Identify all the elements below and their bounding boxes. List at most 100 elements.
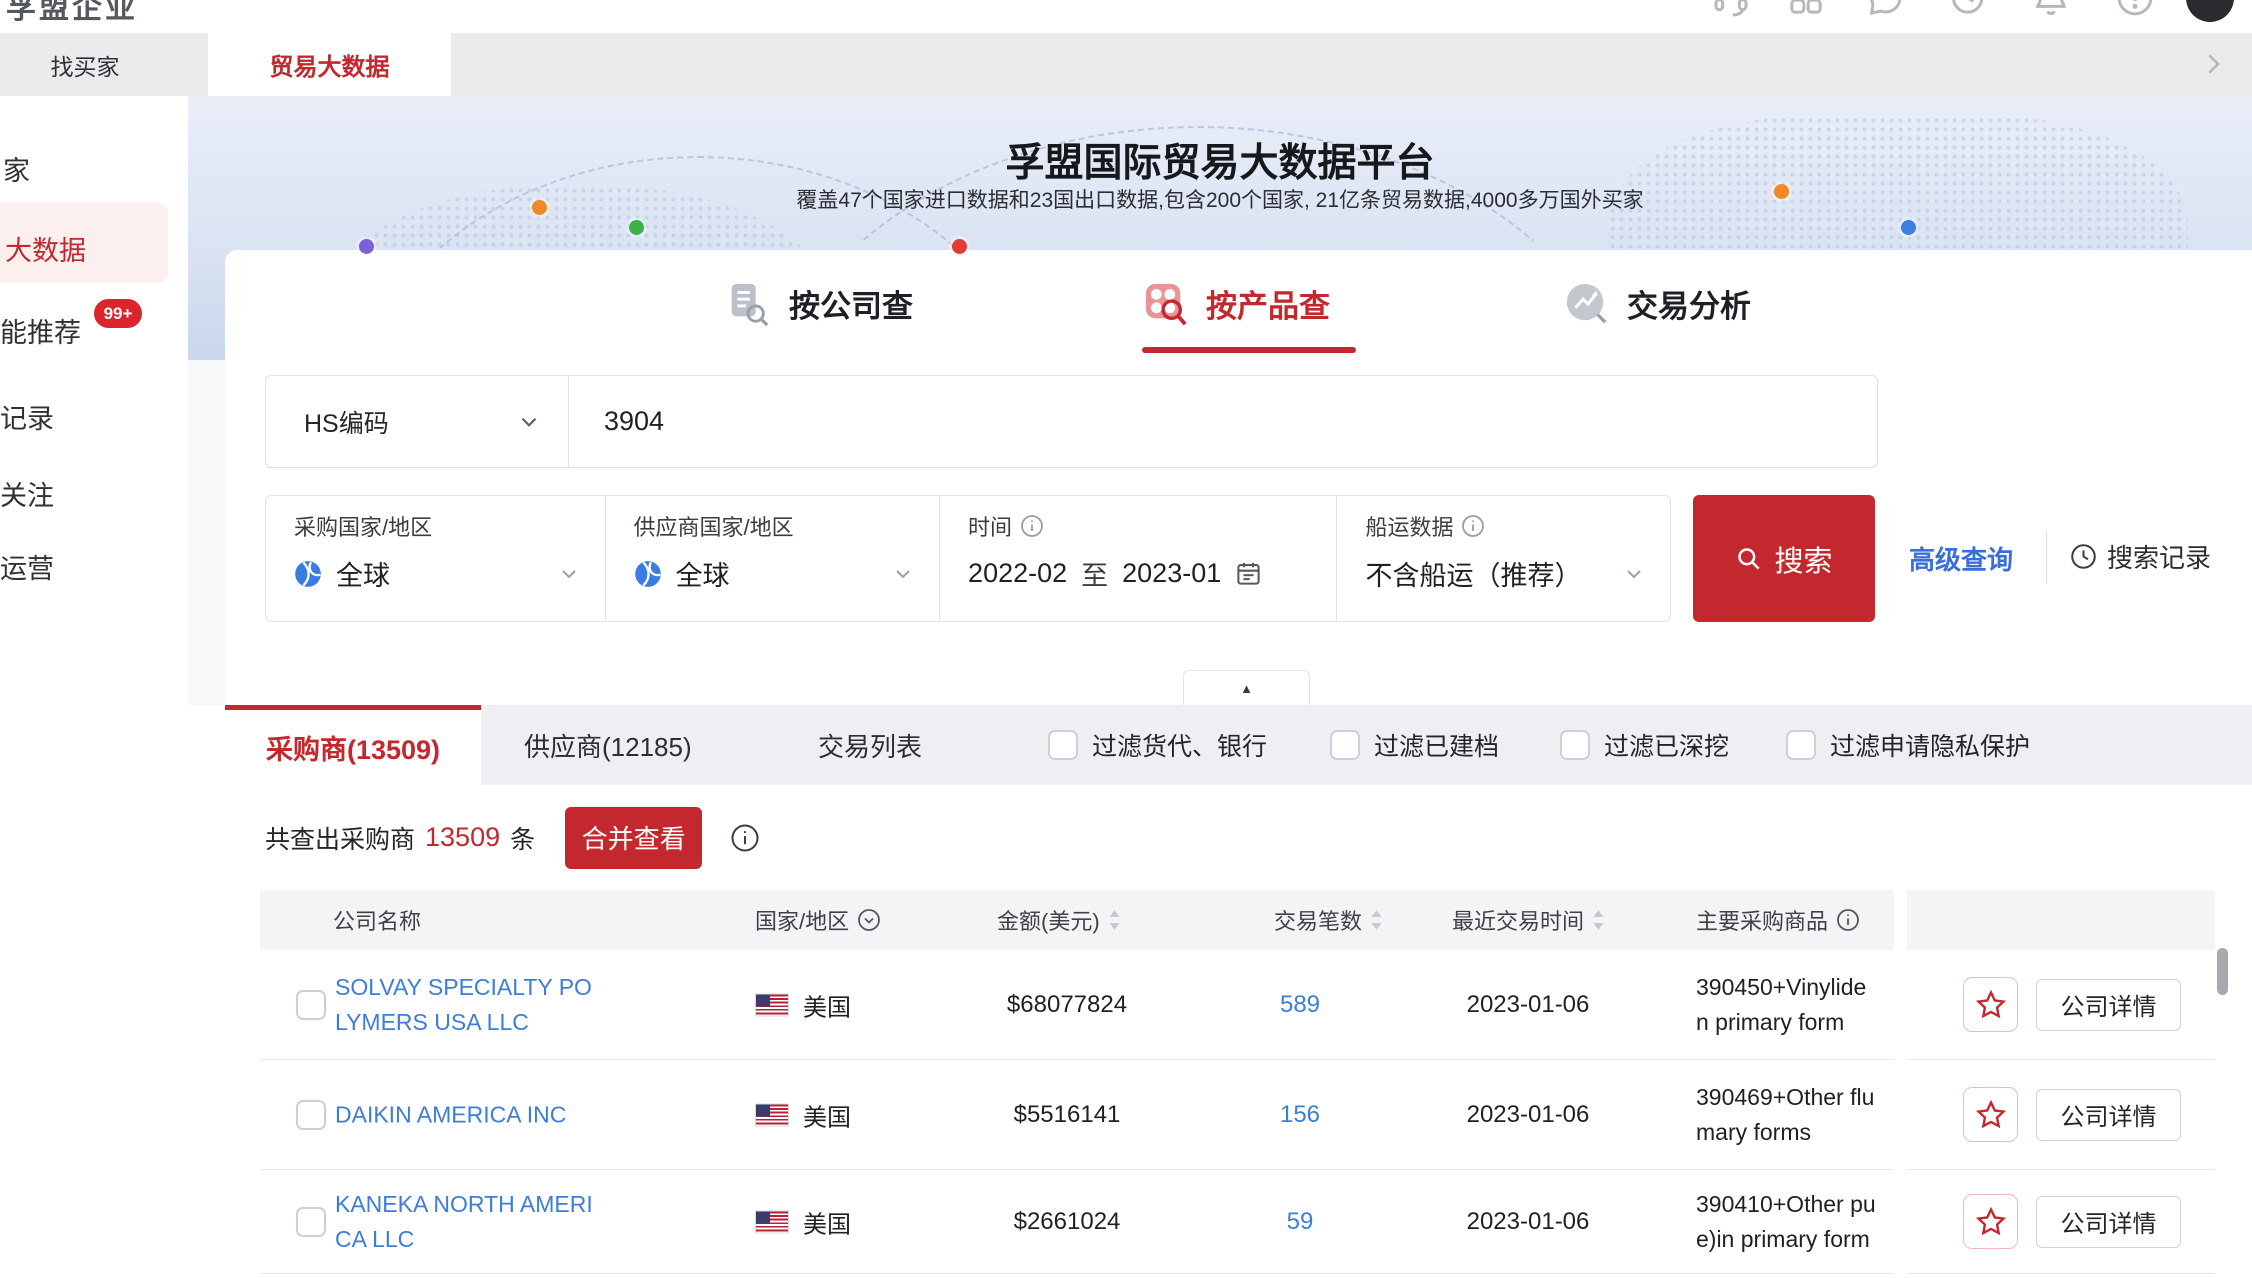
row-actions: 公司详情 [1907,1060,2215,1169]
summary-prefix: 共查出采购商 [265,820,415,856]
checkbox[interactable] [1048,730,1078,760]
checkbox[interactable] [1786,730,1816,760]
chevron-down-icon [891,562,915,586]
sort-icon[interactable] [1592,909,1605,931]
deal-count-link[interactable]: 589 [1200,991,1400,1019]
filter-forwarders-banks[interactable]: 过滤货代、银行 [1048,705,1267,785]
sidebar-item-records[interactable]: 记录 [0,397,54,436]
banner-subtitle: 覆盖47个国家进口数据和23国出口数据,包含200个国家, 21亿条贸易数据,4… [188,184,2252,214]
field-type-select[interactable]: HS编码 [266,376,569,467]
deal-count-link[interactable]: 59 [1200,1208,1400,1236]
sidebar-item-bigdata[interactable]: 大数据 [5,229,86,268]
row-checkbox[interactable] [296,990,326,1020]
us-flag-icon [755,993,789,1016]
analysis-icon [1563,280,1609,326]
product-search-icon [1142,280,1188,326]
sidebar-item-operation[interactable]: 运营 [0,547,54,586]
sidebar-item-follows[interactable]: 关注 [0,474,54,513]
headset-icon[interactable] [1711,0,1751,18]
favorite-button[interactable] [1963,1194,2018,1249]
filter-archived[interactable]: 过滤已建档 [1330,705,1499,785]
summary-unit: 条 [510,820,535,856]
search-history-link[interactable]: 搜索记录 [2070,538,2211,575]
bell-icon[interactable] [2031,0,2071,18]
banner-title: 孚盟国际贸易大数据平台 [188,132,2252,188]
sort-icon[interactable] [1108,909,1121,931]
merge-view-button[interactable]: 合并查看 [565,807,702,869]
star-icon [1974,988,2008,1022]
last-trade-date-cell: 2023-01-06 [1398,1208,1658,1236]
search-query-input[interactable]: 3904 [569,376,1877,467]
tab-buyers[interactable]: 采购商(13509) [225,705,481,785]
notification-badge: 99+ [92,297,144,330]
search-icon [1735,545,1762,572]
table-row: DAIKIN AMERICA INC 美国 $5516141 156 2023-… [260,1060,2215,1170]
row-checkbox[interactable] [296,1100,326,1130]
company-detail-button[interactable]: 公司详情 [2036,1089,2181,1141]
checkbox[interactable] [1560,730,1590,760]
main-products-cell: 390469+Other flu mary forms [1696,1080,1894,1150]
tab-search-by-product[interactable]: 按产品查 [1142,280,1330,326]
tab-transactions[interactable]: 交易列表 [818,705,922,785]
tab-search-by-company[interactable]: 按公司查 [725,280,913,326]
collapse-panel-button[interactable]: ▲ [1183,670,1310,705]
nav-tabstrip: 找买家 贸易大数据 [0,33,2252,96]
map-dot-red [952,239,967,254]
map-dot-blue [1901,220,1916,235]
company-link[interactable]: SOLVAY SPECIALTY PO LYMERS USA LLC [335,970,613,1040]
help-icon[interactable] [2115,0,2155,18]
sort-icon[interactable] [1370,909,1383,931]
company-search-icon [725,280,771,326]
col-deal-count[interactable]: 交易笔数 [1274,890,1383,950]
info-icon[interactable] [730,823,760,853]
app-logo: 孚盟企业 [6,0,138,27]
company-detail-button[interactable]: 公司详情 [2036,979,2181,1031]
results-tabstrip: 采购商(13509) 供应商(12185) 交易列表 过滤货代、银行 过滤已建档… [225,705,2252,785]
filter-deep-mined[interactable]: 过滤已深挖 [1560,705,1729,785]
circle-chevron-down-icon [857,908,881,932]
us-flag-icon [755,1210,789,1233]
nav-tab-trade-bigdata[interactable]: 贸易大数据 [208,33,451,96]
sidebar-item-recommend[interactable]: 能推荐 [0,311,81,350]
chat-icon[interactable] [1865,0,1905,18]
company-link[interactable]: KANEKA NORTH AMERI CA LLC [335,1187,613,1257]
tab-suppliers[interactable]: 供应商(12185) [524,705,692,785]
filter-row: 采购国家/地区 全球 供应商国家/地区 全球 时间 [265,495,1671,622]
user-avatar[interactable] [2186,0,2234,22]
checkbox[interactable] [1330,730,1360,760]
apps-grid-icon[interactable] [1786,0,1826,18]
sidebar-item-find-buyers[interactable]: 家 [3,149,30,188]
last-trade-date-cell: 2023-01-06 [1398,1101,1658,1129]
chevron-right-icon[interactable] [2198,49,2228,79]
history-clock-icon[interactable] [1946,0,1986,18]
deal-count-link[interactable]: 156 [1200,1101,1400,1129]
tab-trade-analysis[interactable]: 交易分析 [1563,280,1751,326]
company-link[interactable]: DAIKIN AMERICA INC [335,1097,613,1132]
advanced-query-link[interactable]: 高级查询 [1909,540,2013,577]
row-actions: 公司详情 [1907,950,2215,1059]
col-last-trade-date[interactable]: 最近交易时间 [1452,890,1605,950]
collapse-arrow-icon: ▲ [1240,681,1253,696]
star-icon [1974,1205,2008,1239]
fixed-column-seam [1894,890,1907,1278]
supplier-country-select[interactable]: 供应商国家/地区 全球 [605,496,940,621]
nav-tab-find-buyers[interactable]: 找买家 [0,33,170,96]
globe-icon [294,560,322,588]
query-input-row: HS编码 3904 [265,375,1878,468]
time-range-picker[interactable]: 时间 2022-02 至 2023-01 [939,496,1336,621]
search-button[interactable]: 搜索 [1693,495,1875,622]
company-detail-button[interactable]: 公司详情 [2036,1196,2181,1248]
row-checkbox[interactable] [296,1207,326,1237]
buyer-country-select[interactable]: 采购国家/地区 全球 [266,496,605,621]
col-country[interactable]: 国家/地区 [755,890,881,950]
map-dot-orange [532,200,547,215]
shipping-data-select[interactable]: 船运数据 不含船运（推荐） [1336,496,1670,621]
info-icon [1020,514,1044,538]
time-from: 2022-02 [968,558,1067,589]
favorite-button[interactable] [1963,977,2018,1032]
info-icon[interactable] [1836,908,1860,932]
filter-privacy-protection[interactable]: 过滤申请隐私保护 [1786,705,2030,785]
vertical-scrollbar[interactable] [2217,948,2228,995]
col-amount[interactable]: 金额(美元) [997,890,1121,950]
favorite-button[interactable] [1963,1087,2018,1142]
